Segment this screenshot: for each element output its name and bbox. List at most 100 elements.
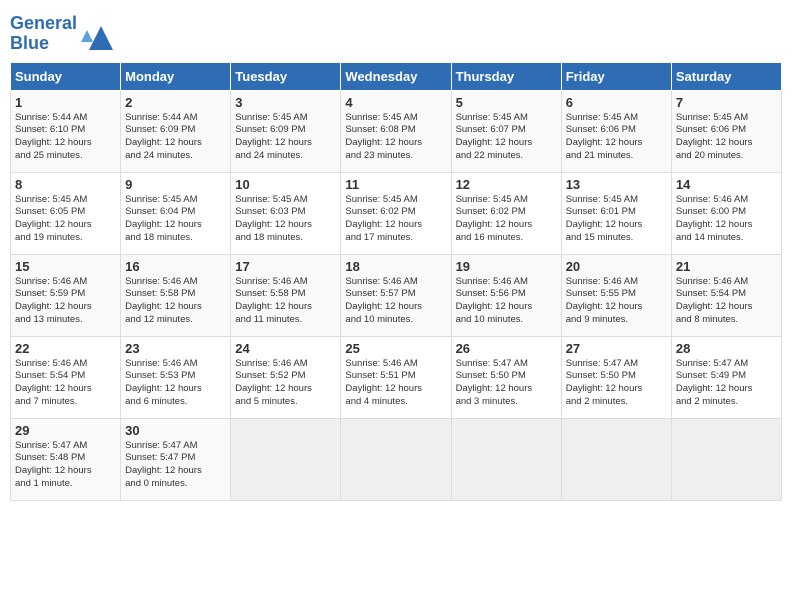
day-number: 7	[676, 95, 777, 110]
day-info: Sunrise: 5:44 AM Sunset: 6:09 PM Dayligh…	[125, 112, 226, 163]
day-info: Sunrise: 5:45 AM Sunset: 6:02 PM Dayligh…	[456, 194, 557, 245]
day-number: 22	[15, 341, 116, 356]
day-number: 28	[676, 341, 777, 356]
day-number: 1	[15, 95, 116, 110]
calendar-cell: 23 Sunrise: 5:46 AM Sunset: 5:53 PM Dayli…	[121, 336, 231, 418]
calendar-cell	[561, 418, 671, 500]
day-info: Sunrise: 5:45 AM Sunset: 6:09 PM Dayligh…	[235, 112, 336, 163]
day-info: Sunrise: 5:45 AM Sunset: 6:06 PM Dayligh…	[566, 112, 667, 163]
calendar-cell: 28 Sunrise: 5:47 AM Sunset: 5:49 PM Dayli…	[671, 336, 781, 418]
day-info: Sunrise: 5:46 AM Sunset: 5:54 PM Dayligh…	[676, 276, 777, 327]
logo: GeneralBlue	[10, 14, 109, 54]
calendar-cell: 20 Sunrise: 5:46 AM Sunset: 5:55 PM Dayli…	[561, 254, 671, 336]
calendar-cell: 9 Sunrise: 5:45 AM Sunset: 6:04 PM Daylig…	[121, 172, 231, 254]
day-info: Sunrise: 5:45 AM Sunset: 6:03 PM Dayligh…	[235, 194, 336, 245]
calendar-week-3: 15 Sunrise: 5:46 AM Sunset: 5:59 PM Dayli…	[11, 254, 782, 336]
calendar-cell: 6 Sunrise: 5:45 AM Sunset: 6:06 PM Daylig…	[561, 90, 671, 172]
day-number: 16	[125, 259, 226, 274]
calendar-week-1: 1 Sunrise: 5:44 AM Sunset: 6:10 PM Daylig…	[11, 90, 782, 172]
day-info: Sunrise: 5:46 AM Sunset: 5:51 PM Dayligh…	[345, 358, 446, 409]
day-info: Sunrise: 5:46 AM Sunset: 5:57 PM Dayligh…	[345, 276, 446, 327]
day-info: Sunrise: 5:46 AM Sunset: 5:58 PM Dayligh…	[125, 276, 226, 327]
day-info: Sunrise: 5:44 AM Sunset: 6:10 PM Dayligh…	[15, 112, 116, 163]
calendar-cell: 1 Sunrise: 5:44 AM Sunset: 6:10 PM Daylig…	[11, 90, 121, 172]
page-header: GeneralBlue	[10, 10, 782, 54]
calendar-cell	[671, 418, 781, 500]
day-info: Sunrise: 5:46 AM Sunset: 5:58 PM Dayligh…	[235, 276, 336, 327]
weekday-col-thursday: Thursday	[451, 62, 561, 90]
day-info: Sunrise: 5:46 AM Sunset: 5:59 PM Dayligh…	[15, 276, 116, 327]
calendar-cell: 22 Sunrise: 5:46 AM Sunset: 5:54 PM Dayli…	[11, 336, 121, 418]
day-info: Sunrise: 5:47 AM Sunset: 5:48 PM Dayligh…	[15, 440, 116, 491]
day-info: Sunrise: 5:46 AM Sunset: 5:56 PM Dayligh…	[456, 276, 557, 327]
calendar-cell: 8Sunrise: 5:45 AM Sunset: 6:05 PM Daylig…	[11, 172, 121, 254]
day-number: 11	[345, 177, 446, 192]
day-number: 10	[235, 177, 336, 192]
calendar-cell: 17 Sunrise: 5:46 AM Sunset: 5:58 PM Dayli…	[231, 254, 341, 336]
day-number: 18	[345, 259, 446, 274]
day-number: 12	[456, 177, 557, 192]
calendar-cell: 13 Sunrise: 5:45 AM Sunset: 6:01 PM Dayli…	[561, 172, 671, 254]
day-number: 26	[456, 341, 557, 356]
weekday-col-wednesday: Wednesday	[341, 62, 451, 90]
day-info: Sunrise: 5:47 AM Sunset: 5:47 PM Dayligh…	[125, 440, 226, 491]
day-number: 6	[566, 95, 667, 110]
calendar-week-5: 29 Sunrise: 5:47 AM Sunset: 5:48 PM Dayli…	[11, 418, 782, 500]
day-number: 24	[235, 341, 336, 356]
day-info: Sunrise: 5:46 AM Sunset: 5:54 PM Dayligh…	[15, 358, 116, 409]
calendar-cell: 26 Sunrise: 5:47 AM Sunset: 5:50 PM Dayli…	[451, 336, 561, 418]
calendar-cell: 18 Sunrise: 5:46 AM Sunset: 5:57 PM Dayli…	[341, 254, 451, 336]
day-info: Sunrise: 5:47 AM Sunset: 5:49 PM Dayligh…	[676, 358, 777, 409]
calendar-cell: 10 Sunrise: 5:45 AM Sunset: 6:03 PM Dayli…	[231, 172, 341, 254]
day-info: Sunrise: 5:45 AM Sunset: 6:07 PM Dayligh…	[456, 112, 557, 163]
day-info: Sunrise: 5:45 AM Sunset: 6:08 PM Dayligh…	[345, 112, 446, 163]
day-number: 20	[566, 259, 667, 274]
logo-icon	[81, 22, 109, 46]
calendar-cell: 21 Sunrise: 5:46 AM Sunset: 5:54 PM Dayli…	[671, 254, 781, 336]
calendar-cell: 24 Sunrise: 5:46 AM Sunset: 5:52 PM Dayli…	[231, 336, 341, 418]
day-number: 9	[125, 177, 226, 192]
calendar-cell	[231, 418, 341, 500]
day-number: 21	[676, 259, 777, 274]
day-info: Sunrise: 5:45 AM Sunset: 6:02 PM Dayligh…	[345, 194, 446, 245]
calendar-cell: 3Sunrise: 5:45 AM Sunset: 6:09 PM Daylig…	[231, 90, 341, 172]
day-info: Sunrise: 5:47 AM Sunset: 5:50 PM Dayligh…	[456, 358, 557, 409]
day-info: Sunrise: 5:45 AM Sunset: 6:04 PM Dayligh…	[125, 194, 226, 245]
day-info: Sunrise: 5:46 AM Sunset: 5:52 PM Dayligh…	[235, 358, 336, 409]
day-number: 14	[676, 177, 777, 192]
calendar-week-4: 22 Sunrise: 5:46 AM Sunset: 5:54 PM Dayli…	[11, 336, 782, 418]
day-info: Sunrise: 5:46 AM Sunset: 6:00 PM Dayligh…	[676, 194, 777, 245]
day-number: 4	[345, 95, 446, 110]
day-info: Sunrise: 5:45 AM Sunset: 6:01 PM Dayligh…	[566, 194, 667, 245]
day-number: 5	[456, 95, 557, 110]
calendar-cell	[451, 418, 561, 500]
day-number: 15	[15, 259, 116, 274]
calendar-cell	[341, 418, 451, 500]
calendar-table: SundayMondayTuesdayWednesdayThursdayFrid…	[10, 62, 782, 501]
day-number: 29	[15, 423, 116, 438]
calendar-cell: 11 Sunrise: 5:45 AM Sunset: 6:02 PM Dayli…	[341, 172, 451, 254]
calendar-cell: 27Sunrise: 5:47 AM Sunset: 5:50 PM Dayli…	[561, 336, 671, 418]
day-info: Sunrise: 5:46 AM Sunset: 5:55 PM Dayligh…	[566, 276, 667, 327]
calendar-week-2: 8Sunrise: 5:45 AM Sunset: 6:05 PM Daylig…	[11, 172, 782, 254]
calendar-cell: 12 Sunrise: 5:45 AM Sunset: 6:02 PM Dayli…	[451, 172, 561, 254]
day-number: 17	[235, 259, 336, 274]
day-number: 13	[566, 177, 667, 192]
calendar-cell: 7 Sunrise: 5:45 AM Sunset: 6:06 PM Daylig…	[671, 90, 781, 172]
calendar-cell: 16 Sunrise: 5:46 AM Sunset: 5:58 PM Dayli…	[121, 254, 231, 336]
calendar-cell: 29 Sunrise: 5:47 AM Sunset: 5:48 PM Dayli…	[11, 418, 121, 500]
day-info: Sunrise: 5:45 AM Sunset: 6:06 PM Dayligh…	[676, 112, 777, 163]
day-number: 23	[125, 341, 226, 356]
weekday-col-monday: Monday	[121, 62, 231, 90]
day-info: Sunrise: 5:46 AM Sunset: 5:53 PM Dayligh…	[125, 358, 226, 409]
day-number: 2	[125, 95, 226, 110]
calendar-body: 1 Sunrise: 5:44 AM Sunset: 6:10 PM Daylig…	[11, 90, 782, 500]
calendar-cell: 30Sunrise: 5:47 AM Sunset: 5:47 PM Dayli…	[121, 418, 231, 500]
day-info: Sunrise: 5:45 AM Sunset: 6:05 PM Dayligh…	[15, 194, 116, 245]
calendar-cell: 4 Sunrise: 5:45 AM Sunset: 6:08 PM Daylig…	[341, 90, 451, 172]
weekday-col-saturday: Saturday	[671, 62, 781, 90]
weekday-col-sunday: Sunday	[11, 62, 121, 90]
calendar-cell: 14 Sunrise: 5:46 AM Sunset: 6:00 PM Dayli…	[671, 172, 781, 254]
day-number: 27	[566, 341, 667, 356]
calendar-cell: 2 Sunrise: 5:44 AM Sunset: 6:09 PM Daylig…	[121, 90, 231, 172]
